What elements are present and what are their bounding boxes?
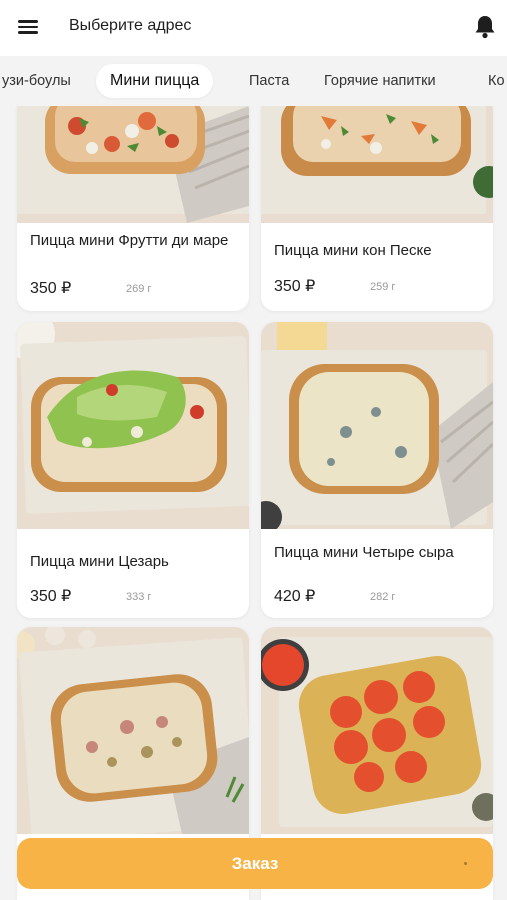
order-button[interactable]: Заказ xyxy=(17,838,493,889)
tab-mini-pizza[interactable]: Мини пицца xyxy=(96,64,214,98)
address-selector[interactable]: Выберите адрес xyxy=(69,17,191,35)
product-card-kon-peske[interactable]: Пицца мини кон Песке 350 ₽ 259 г xyxy=(261,106,493,311)
category-tabs: узи-боулы Мини пицца Паста Горячие напит… xyxy=(0,56,507,106)
product-name: Пицца мини Фрутти ди маре xyxy=(30,232,229,249)
product-card-caesar[interactable]: Пицца мини Цезарь 350 ₽ 333 г xyxy=(17,322,249,618)
pizza-image xyxy=(261,106,493,223)
bell-icon[interactable] xyxy=(473,14,497,40)
app-header: Выберите адрес xyxy=(0,0,507,56)
pizza-image xyxy=(261,627,493,834)
product-weight: 333 г xyxy=(126,591,152,603)
dot-icon xyxy=(464,862,467,865)
tab-bowls[interactable]: узи-боулы xyxy=(0,64,85,98)
menu-icon[interactable] xyxy=(18,17,42,39)
tab-more[interactable]: Ко xyxy=(474,64,507,98)
product-name: Пицца мини Четыре сыра xyxy=(274,544,454,561)
product-price: 350 ₽ xyxy=(274,278,316,295)
product-name: Пицца мини кон Песке xyxy=(274,242,432,259)
product-weight: 259 г xyxy=(370,281,396,293)
product-price: 350 ₽ xyxy=(30,588,72,605)
pizza-image xyxy=(261,322,493,529)
order-button-label: Заказ xyxy=(231,853,279,873)
product-price: 420 ₽ xyxy=(274,588,316,605)
pizza-image xyxy=(17,322,249,529)
tab-hot-drinks[interactable]: Горячие напитки xyxy=(310,64,450,98)
pizza-image xyxy=(17,627,249,834)
product-grid: Пицца мини Фрутти ди маре 350 ₽ 269 г Пи… xyxy=(0,106,507,900)
product-price: 350 ₽ xyxy=(30,280,72,297)
product-card-four-cheese[interactable]: Пицца мини Четыре сыра 420 ₽ 282 г xyxy=(261,322,493,618)
tab-pasta[interactable]: Паста xyxy=(235,64,303,98)
product-name: Пицца мини Цезарь xyxy=(30,553,169,570)
pizza-image xyxy=(17,106,249,223)
product-weight: 269 г xyxy=(126,283,152,295)
product-weight: 282 г xyxy=(370,591,396,603)
product-card-frutti-di-mare[interactable]: Пицца мини Фрутти ди маре 350 ₽ 269 г xyxy=(17,106,249,311)
